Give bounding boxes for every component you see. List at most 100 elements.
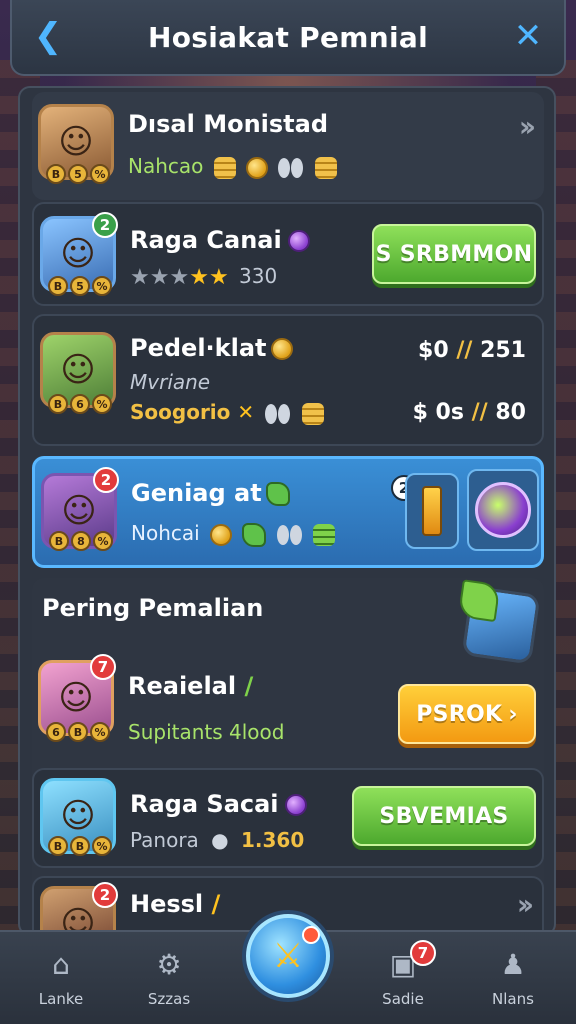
back-arrow-icon[interactable]: ❮ xyxy=(26,14,70,58)
dot-icon: ● xyxy=(211,828,229,852)
player-rank: Soogorio ✕ xyxy=(130,400,325,425)
coin-icon: % xyxy=(90,722,110,742)
status-badge: 2 xyxy=(92,212,118,238)
list-item[interactable]: ☺ B B% Raga Sacai Panora ● 1.360 SBVEMIAS xyxy=(32,768,544,868)
nav-item-profile[interactable]: ♟ Nlans xyxy=(468,946,558,1020)
notification-badge: 7 xyxy=(90,654,116,680)
nav-item-home[interactable]: ⌂ Lanke xyxy=(16,946,106,1020)
player-status: Nahcao xyxy=(128,154,337,179)
status-label: Nohcai xyxy=(131,521,200,545)
slash-icon: / xyxy=(203,890,221,918)
coin-icon: % xyxy=(90,164,110,184)
coin-icon: 6 xyxy=(46,722,66,742)
status-value: 1.360 xyxy=(240,828,305,852)
player-name: Dısal Monistad xyxy=(128,110,329,138)
summon-button[interactable]: S SRBMMON xyxy=(372,224,536,284)
coin-icon: B xyxy=(48,394,68,414)
invite-button-label: PSROK xyxy=(416,701,503,727)
item-slot[interactable] xyxy=(467,469,539,551)
list-item[interactable]: ☺ 2 B 5% Raga Canai ★★★★★ 330 S SRBMMON xyxy=(32,202,544,306)
coin-icon xyxy=(246,156,269,179)
nav-label: Szzas xyxy=(147,990,191,1008)
rank-icons: B 8% xyxy=(49,531,113,551)
star-rating: ★★★★★ 330 xyxy=(130,264,277,289)
coin-icon: 5 xyxy=(70,276,90,296)
player-name: Hessl / xyxy=(130,890,220,918)
leaf-icon xyxy=(265,482,290,506)
price-value: 251 xyxy=(480,338,526,363)
rank-icons: B B% xyxy=(48,836,112,856)
coin-icon: B xyxy=(70,836,90,856)
player-status: Panora ● 1.360 xyxy=(130,828,304,852)
friends-list-panel: ☺ B 5% Dısal Monistad Nahcao ›› ☺ 2 B 5% R… xyxy=(18,86,556,936)
price-secondary: $ 0s // 80 xyxy=(413,400,526,425)
helmet-icon: ⚙ xyxy=(156,947,182,981)
services-button[interactable]: SBVEMIAS xyxy=(352,786,536,846)
header-bar: ❮ Hosiakat Pemnial ✕ xyxy=(10,0,566,76)
item-slot[interactable] xyxy=(405,473,459,549)
star-icon: ★ xyxy=(149,264,170,290)
list-item-selected[interactable]: ☺ 2 B 8% Geniag at Nohcai 2 xyxy=(32,456,544,568)
swords-icon: ✕ xyxy=(237,400,255,424)
price-value: 80 xyxy=(495,400,526,425)
price-currency: $0 xyxy=(418,338,449,363)
player-name: Pedel·klat xyxy=(130,334,293,362)
star-icon: ★ xyxy=(189,264,209,290)
footprints-icon xyxy=(265,403,291,424)
nav-item-shop[interactable]: ▣ Sadie 7 xyxy=(358,940,448,1020)
battle-button[interactable]: ⚔ xyxy=(246,914,330,998)
gem-icon xyxy=(287,230,310,252)
close-icon[interactable]: ✕ xyxy=(506,14,550,58)
status-label: Nahcao xyxy=(128,154,204,178)
notification-badge: 2 xyxy=(92,882,118,908)
notification-badge: 7 xyxy=(410,940,436,966)
price-primary: $0 // 251 xyxy=(418,338,526,363)
player-name-text: Raga Sacai xyxy=(130,790,279,818)
player-name-text: Reaielal xyxy=(128,672,237,700)
nav-item-squads[interactable]: ⚙ Szzas xyxy=(124,946,214,1020)
chevron-right-icon[interactable]: ›› xyxy=(517,888,534,921)
status-label: Panora xyxy=(130,828,199,852)
coin-icon: B xyxy=(46,164,66,184)
list-item[interactable]: ☺ 7 6 B% Reaielal / Supitants 4lood PSROK… xyxy=(32,648,544,758)
player-name-text: Geniag at xyxy=(131,479,262,507)
rank-icons: B 5% xyxy=(48,276,112,296)
footprints-icon xyxy=(278,157,304,178)
orb-icon xyxy=(475,482,531,538)
slash-icon: / xyxy=(236,672,254,700)
coin-icon xyxy=(210,523,233,546)
chevron-right-icon[interactable]: ›› xyxy=(519,110,536,143)
player-status: Mvriane xyxy=(130,370,211,394)
coin-icon: B xyxy=(68,722,88,742)
nav-label: Nlans xyxy=(492,990,534,1008)
item-bar-icon xyxy=(422,486,442,536)
leaf-icon xyxy=(242,522,267,547)
nav-label: Sadie xyxy=(382,990,424,1008)
star-icon: ★ xyxy=(208,264,229,290)
coin-icon: % xyxy=(92,394,112,414)
chevron-right-icon: › xyxy=(508,701,518,727)
list-item[interactable]: ☺ B 5% Dısal Monistad Nahcao ›› xyxy=(32,92,544,200)
player-status: Supitants 4lood xyxy=(128,720,285,744)
invite-button[interactable]: PSROK › xyxy=(398,684,536,744)
gem-icon xyxy=(284,794,307,816)
notification-badge: 2 xyxy=(93,467,119,493)
coin-icon xyxy=(270,338,293,360)
coin-icon: B xyxy=(48,836,68,856)
coin-icon: 6 xyxy=(70,394,90,414)
section-title: Pering Pemalian xyxy=(42,594,264,622)
coin-stack-icon xyxy=(302,402,325,425)
player-status: Nohcai xyxy=(131,521,336,547)
price-currency: $ 0s xyxy=(412,400,464,425)
player-name: Raga Canai xyxy=(130,226,310,254)
list-item[interactable]: ☺ B 6% Pedel·klat Mvriane Soogorio ✕ $0 /… xyxy=(32,314,544,446)
player-name-text: Raga Canai xyxy=(130,226,282,254)
coin-stack-icon xyxy=(314,156,337,179)
person-icon: ♟ xyxy=(500,947,526,981)
score-value: 330 xyxy=(239,264,278,288)
coin-icon: B xyxy=(48,276,68,296)
sword-icon: ⚔ xyxy=(272,936,304,976)
rank-icons: 6 B% xyxy=(46,722,110,742)
player-name-text: Hessl xyxy=(130,890,204,918)
star-icon: ★ xyxy=(169,264,190,290)
